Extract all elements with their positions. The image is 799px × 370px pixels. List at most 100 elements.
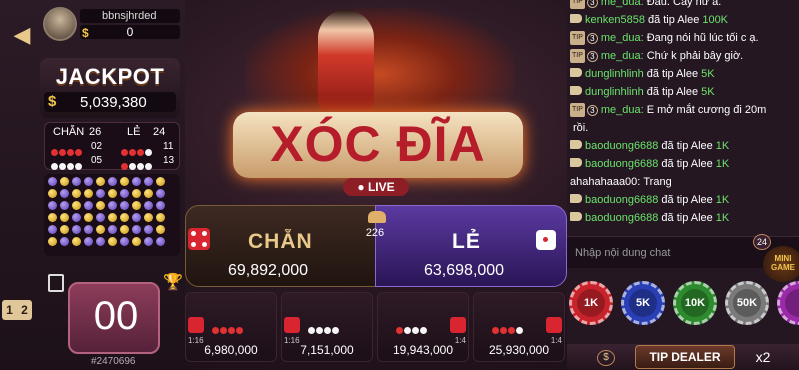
stat-le-count: 24	[153, 126, 166, 138]
chat-message: baoduong6688 đã tip Alee 1K	[570, 211, 729, 225]
dice-odd-icon	[536, 230, 556, 250]
dice-icon	[284, 317, 300, 333]
chat-text: Đang nói hũ lúc tối c ạ.	[646, 32, 759, 44]
dice-even-icon	[188, 228, 210, 250]
chat-message: rồi.	[570, 121, 588, 135]
stat-row1-le: 11	[163, 141, 174, 152]
tip-amount: 100K	[702, 14, 729, 26]
chat-text: đã tip Alee	[661, 140, 713, 152]
speaker-icon	[570, 194, 582, 203]
chat-user[interactable]: me_dua:	[601, 104, 644, 116]
chat-message: TIP 3 me_dua: E mở mắt cương đi 20m	[570, 103, 767, 118]
stat-le-label: LẺ	[127, 126, 141, 138]
live-badge[interactable]: ● LIVE	[343, 178, 409, 196]
tip-icon: TIP	[570, 31, 585, 46]
chip-button[interactable]	[777, 281, 799, 325]
tip-amount: 1K	[715, 194, 730, 206]
page-1[interactable]: 1	[6, 303, 13, 317]
bet-le-label: LẺ	[452, 230, 481, 253]
chat-message: baoduong6688 đã tip Alee 1K	[570, 139, 729, 153]
tip-icon: TIP	[570, 0, 585, 10]
chat-user[interactable]: dunglinhlinh	[585, 68, 644, 80]
multiplier-button[interactable]: x2	[743, 345, 783, 369]
coin-icon[interactable]: $	[597, 350, 615, 366]
chip-label	[785, 289, 799, 317]
page-2[interactable]: 2	[21, 303, 28, 317]
chat-user[interactable]: dunglinhlinh	[585, 86, 644, 98]
chat-message: TIP 3 me_dua: Đang nói hũ lúc tối c ạ.	[570, 31, 759, 46]
stat-chan-count: 26	[89, 126, 102, 138]
chip-label: 50K	[733, 289, 761, 317]
side-bet-4-white[interactable]: 1:16 7,151,000	[281, 292, 373, 362]
dollar-icon: $	[48, 93, 57, 110]
chat-text: E mở mắt cương đi 20m	[646, 104, 767, 116]
speaker-icon	[570, 158, 582, 167]
main-bets: CHẴN 69,892,000 LẺ 63,698,000 226	[185, 205, 567, 287]
chat-user[interactable]: me_dua:	[601, 32, 644, 44]
mini-game-icon[interactable]: MINI GAME	[763, 246, 799, 282]
chat-user[interactable]: baoduong6688	[585, 212, 658, 224]
bet-le[interactable]: LẺ 63,698,000	[375, 205, 567, 287]
game-screen: ◀ bbnsjhrded 0 $ JACKPOT $ 5,039,380 CHẴ…	[0, 0, 799, 370]
avatar[interactable]	[43, 7, 77, 41]
stat-row2-le: 13	[163, 155, 175, 166]
side-bet-3-red[interactable]: 1:4 25,930,000	[473, 292, 565, 362]
chip-button[interactable]: 1K	[569, 281, 613, 325]
chat-text: đã tip Alee	[646, 86, 699, 98]
chat-text: đã tip Alee	[661, 212, 713, 224]
page-toggle[interactable]: 1 2	[2, 300, 32, 320]
game-logo: XÓC ĐĨA	[270, 116, 486, 172]
speaker-icon	[570, 86, 582, 95]
left-panel: ◀ bbnsjhrded 0 $ JACKPOT $ 5,039,380 CHẴ…	[0, 0, 185, 370]
chip-button[interactable]: 5K	[621, 281, 665, 325]
chat-user[interactable]: me_dua:	[601, 0, 644, 8]
side-bet-amount: 7,151,000	[300, 343, 354, 357]
side-bet-4-red[interactable]: 1:16 6,980,000	[185, 292, 277, 362]
side-bets: 1:16 6,980,000 1:16 7,151,000 1:4 19,943…	[185, 292, 567, 362]
tip-icon: TIP	[570, 49, 585, 64]
game-area: XÓC ĐĨA ● LIVE CHẴN 69,892,000 LẺ 63,698…	[185, 0, 567, 370]
mixed-dots-icon	[492, 321, 524, 339]
stat-row2-chan: 05	[91, 155, 103, 166]
chat-user[interactable]: kenken5858	[585, 14, 645, 26]
chat-user[interactable]: baoduong6688	[585, 158, 658, 170]
mixed-dots-icon	[396, 321, 428, 339]
player-count: 226	[365, 227, 385, 239]
players-icon	[368, 211, 386, 223]
chat-user[interactable]: baoduong6688	[585, 194, 658, 206]
chat-text: Chứ k phải bây giờ.	[646, 50, 744, 62]
chat-user[interactable]: baoduong6688	[585, 140, 658, 152]
chat-text: đã tip Alee	[661, 158, 713, 170]
dice-icon	[188, 317, 204, 333]
chat-list[interactable]: TIP 3 me_dua: Đau. Cay nữ a. kenken5858 đã ti…	[567, 0, 799, 232]
history-receipt-icon[interactable]	[48, 274, 64, 292]
chat-panel: TIP 3 me_dua: Đau. Cay nữ a. kenken5858 đã ti…	[567, 0, 799, 370]
tip-amount: 1K	[715, 140, 730, 152]
tip-dealer-button[interactable]: TIP DEALER	[635, 345, 735, 369]
tip-icon: TIP	[570, 103, 585, 118]
red-dots-icon	[212, 321, 244, 339]
jackpot-box: JACKPOT $ 5,039,380	[40, 58, 180, 118]
chat-message: TIP 3 me_dua: Chứ k phải bây giờ.	[570, 49, 744, 64]
dealer-stage	[245, 8, 515, 118]
dealer-image	[318, 10, 374, 110]
chat-user[interactable]: ahahahaaa00:	[570, 176, 640, 188]
speaker-icon	[570, 68, 582, 77]
back-arrow-icon[interactable]: ◀	[6, 22, 38, 48]
chat-message: baoduong6688 đã tip Alee 1K	[570, 193, 729, 207]
tip-level: 3	[586, 104, 598, 116]
tip-amount: 1K	[715, 212, 730, 224]
side-bet-3-white[interactable]: 1:4 19,943,000	[377, 292, 469, 362]
chip-button[interactable]: 50K	[725, 281, 769, 325]
side-bet-amount: 25,930,000	[488, 343, 550, 357]
chip-label: 5K	[629, 289, 657, 317]
tip-amount: 5K	[701, 68, 715, 80]
trophy-icon[interactable]: 🏆	[163, 274, 183, 292]
coin-icon: $	[82, 26, 89, 40]
speaker-icon	[570, 140, 582, 149]
chip-button[interactable]: 10K	[673, 281, 717, 325]
chat-user[interactable]: me_dua:	[601, 50, 644, 62]
side-bet-amount: 19,943,000	[392, 343, 454, 357]
bet-chan[interactable]: CHẴN 69,892,000	[185, 205, 381, 287]
username: bbnsjhrded	[80, 9, 180, 23]
